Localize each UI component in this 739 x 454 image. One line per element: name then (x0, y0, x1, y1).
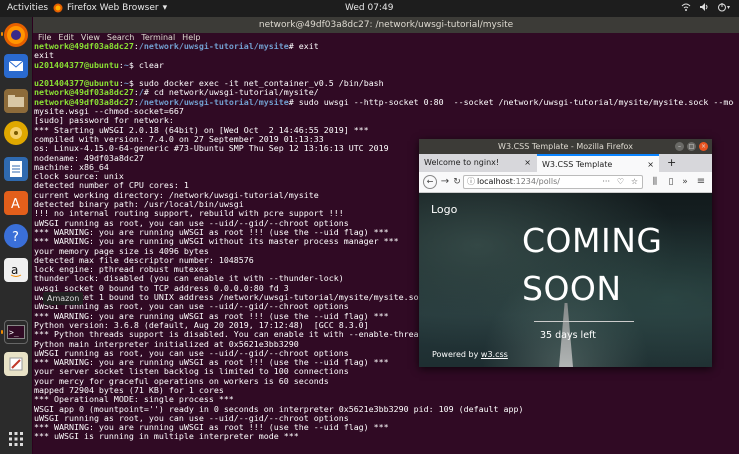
back-button[interactable]: ← (423, 175, 437, 189)
pocket-icon[interactable]: ♡ (617, 176, 624, 188)
system-tray[interactable] (681, 2, 731, 12)
dock: A ? a >_ (0, 17, 32, 454)
firefox-icon (53, 3, 63, 13)
help-icon: ? (12, 230, 19, 244)
bookmark-star-icon[interactable]: ☆ (631, 176, 638, 188)
tab-label: W3.CSS Template (542, 160, 613, 169)
terminal-line: network@49df03a8dc27:/network/uwsgi-tuto… (34, 42, 319, 51)
store-icon: A (11, 197, 20, 211)
url-host: localhost (477, 177, 513, 186)
new-tab-button[interactable]: + (662, 154, 682, 172)
window-controls: – □ × (675, 142, 708, 151)
mail-icon (8, 60, 24, 71)
tab-w3css[interactable]: W3.CSS Template × (537, 154, 659, 172)
svg-text:A: A (11, 197, 20, 211)
close-button[interactable]: × (699, 142, 708, 151)
terminal-title-bar[interactable]: network@49df03a8dc27: /network/uwsgi-tut… (33, 17, 739, 33)
network-icon (681, 3, 691, 11)
tab-bar: Welcome to nginx! × W3.CSS Template × + (419, 154, 712, 172)
dock-item-firefox[interactable] (4, 23, 28, 47)
headline-soon: SOON (522, 269, 622, 308)
top-bar: Activities Firefox Web Browser ▾ Wed 07:… (0, 0, 739, 17)
terminal-line: *** uWSGI is running in multiple interpr… (34, 431, 299, 442)
app-menu-label: Firefox Web Browser (67, 3, 159, 13)
web-page: Logo COMING SOON 35 days left Powered by… (419, 193, 712, 367)
terminal-line: u201404377@ubuntu:~$ clear (34, 59, 164, 70)
music-icon (10, 127, 22, 139)
dock-item-rhythmbox[interactable] (4, 121, 28, 145)
dock-item-terminal[interactable]: >_ (4, 320, 28, 344)
document-icon (10, 161, 22, 177)
apps-grid-icon (9, 432, 23, 446)
dock-active-indicator (1, 32, 3, 36)
folder-icon (8, 95, 24, 107)
dock-tooltip: Amazon (43, 292, 84, 305)
dock-active-indicator (1, 330, 3, 334)
app-menu[interactable]: Firefox Web Browser ▾ (53, 3, 167, 13)
tab-nginx[interactable]: Welcome to nginx! × (419, 154, 536, 172)
svg-text:a: a (11, 263, 18, 277)
more-icon[interactable]: ··· (602, 176, 610, 188)
prompt-path: /network/uwsgi-tutorial/mysite (138, 42, 289, 51)
dock-item-amazon[interactable]: a (4, 258, 28, 282)
dock-item-writer[interactable] (4, 157, 28, 181)
library-icon[interactable]: ⫼ (648, 175, 662, 189)
clock[interactable]: Wed 07:49 (345, 3, 393, 13)
dock-item-software[interactable]: A (4, 191, 28, 215)
editor-icon (9, 357, 23, 371)
minimize-button[interactable]: – (675, 142, 684, 151)
prompt-user: u201404377@ubuntu (34, 59, 119, 70)
tab-label: Welcome to nginx! (424, 158, 500, 167)
firefox-icon (7, 26, 25, 44)
navigation-bar: ← → ↻ ⓘ localhost:1234/polls/ ··· ♡ ☆ ⫼ … (419, 172, 712, 193)
powered-by: Powered by w3.css (432, 350, 508, 359)
dock-item-thunderbird[interactable] (4, 54, 28, 78)
svg-text:?: ? (12, 230, 19, 244)
amazon-icon: a (10, 263, 22, 277)
dock-item-text-editor[interactable] (4, 352, 28, 376)
dock-item-help[interactable]: ? (4, 224, 28, 248)
reload-button[interactable]: ↻ (450, 175, 464, 189)
sidebar-icon[interactable]: ▯ (664, 175, 678, 189)
divider (534, 321, 634, 322)
power-icon (718, 3, 730, 12)
url-path: :1234/polls/ (512, 177, 560, 186)
headline-coming: COMING (522, 221, 663, 260)
terminal-icon: >_ (7, 325, 25, 339)
chevron-down-icon: ▾ (162, 3, 168, 13)
dock-item-files[interactable] (4, 89, 28, 113)
firefox-title-bar[interactable]: W3.CSS Template - Mozilla Firefox (419, 139, 712, 154)
maximize-button[interactable]: □ (687, 142, 696, 151)
svg-text:>_: >_ (9, 328, 19, 337)
w3css-link[interactable]: w3.css (481, 350, 508, 359)
page-logo: Logo (431, 203, 458, 216)
days-left: 35 days left (540, 330, 596, 341)
hamburger-menu-icon[interactable]: ≡ (694, 175, 708, 189)
powered-by-prefix: Powered by (432, 350, 481, 359)
volume-icon (700, 3, 708, 11)
close-icon[interactable]: × (524, 154, 531, 172)
activities-button[interactable]: Activities (7, 3, 48, 13)
url-bar[interactable]: ⓘ localhost:1234/polls/ ··· ♡ ☆ (463, 175, 643, 189)
info-icon[interactable]: ⓘ (467, 176, 475, 188)
dock-item-show-apps[interactable] (4, 427, 28, 451)
overflow-chevron-icon[interactable]: » (678, 175, 692, 189)
firefox-window[interactable]: W3.CSS Template - Mozilla Firefox – □ × … (419, 139, 712, 367)
